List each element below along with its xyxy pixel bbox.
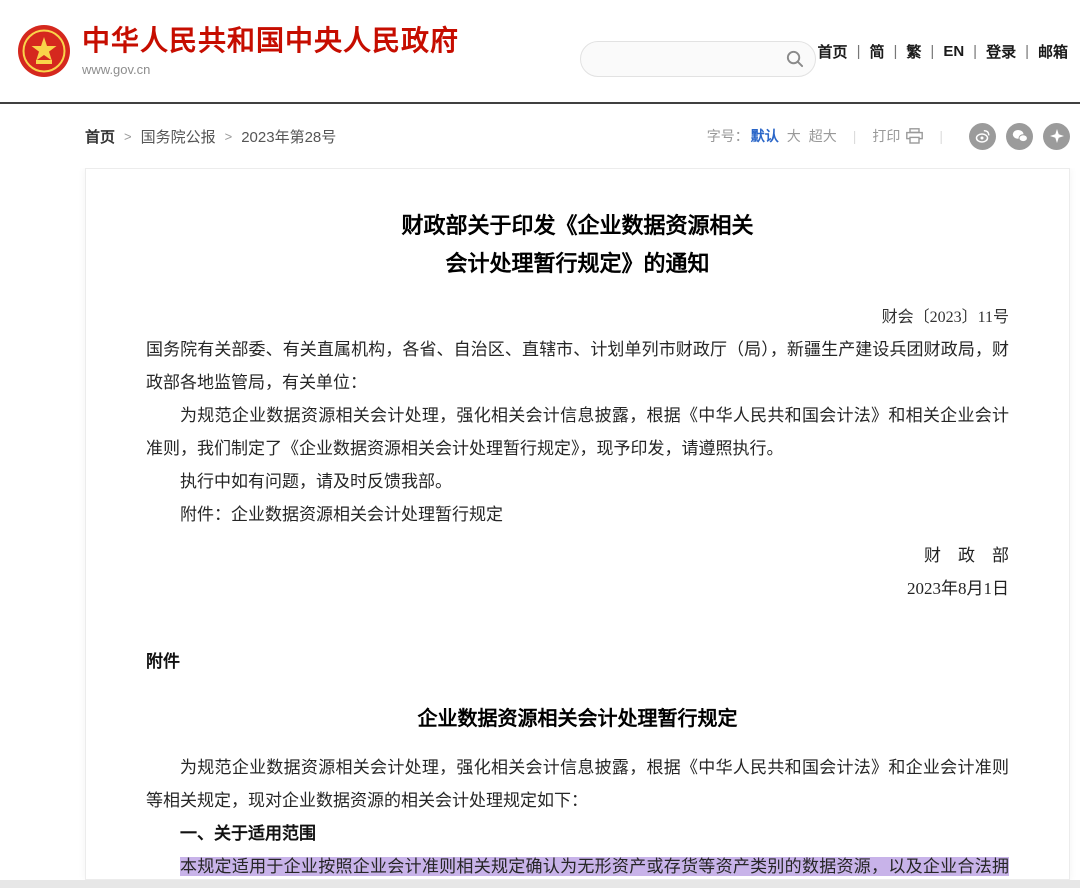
breadcrumb-home[interactable]: 首页 <box>85 126 115 147</box>
font-size-large[interactable]: 大 <box>787 126 801 146</box>
notice-body: 为规范企业数据资源相关会计处理，强化相关会计信息披露，根据《中华人民共和国会计法… <box>146 399 1009 465</box>
regulation-section1-text: 本规定适用于企业按照企业会计准则相关规定确认为无形资产或存货等资产类别的数据资源… <box>146 850 1009 880</box>
top-nav: 首页 | 简 | 繁 | EN | 登录 | 邮箱 <box>818 0 1068 102</box>
breadcrumb-separator: > <box>225 129 233 144</box>
attachment-label: 附件 <box>146 645 1009 678</box>
nav-traditional[interactable]: 繁 <box>906 41 921 62</box>
breadcrumb-current[interactable]: 2023年第28号 <box>241 126 336 147</box>
nav-english[interactable]: EN <box>943 43 964 60</box>
regulation-intro: 为规范企业数据资源相关会计处理，强化相关会计信息披露，根据《中华人民共和国会计法… <box>146 751 1009 817</box>
notice-date: 2023年8月1日 <box>146 572 1009 605</box>
print-button[interactable]: 打印 <box>872 126 923 146</box>
nav-separator: | <box>857 43 861 60</box>
breadcrumb: 首页 > 国务院公报 > 2023年第28号 <box>85 104 336 168</box>
printer-icon <box>906 128 923 144</box>
breadcrumb-separator: > <box>124 129 132 144</box>
nav-separator: | <box>1025 43 1029 60</box>
subbar: 首页 > 国务院公报 > 2023年第28号 字号： 默认 大 超大 | 打印 … <box>0 104 1080 168</box>
breadcrumb-gazette[interactable]: 国务院公报 <box>141 126 216 147</box>
font-size-xlarge[interactable]: 超大 <box>809 126 837 146</box>
regulation-section1-title: 一、关于适用范围 <box>146 817 1009 850</box>
gov-logo[interactable]: 中华人民共和国中央人民政府 www.gov.cn <box>18 25 459 77</box>
nav-separator: | <box>973 43 977 60</box>
share-weibo-icon[interactable] <box>969 123 996 150</box>
nav-login[interactable]: 登录 <box>986 41 1016 62</box>
notice-title: 财政部关于印发《企业数据资源相关 会计处理暂行规定》的通知 <box>146 207 1009 283</box>
share-more-icon[interactable] <box>1043 123 1070 150</box>
doc-number: 财会〔2023〕11号 <box>146 303 1009 333</box>
toolbar-divider: | <box>939 128 943 144</box>
notice-title-line2: 会计处理暂行规定》的通知 <box>146 245 1009 283</box>
notice-title-line1: 财政部关于印发《企业数据资源相关 <box>146 207 1009 245</box>
nav-home[interactable]: 首页 <box>818 41 848 62</box>
font-size-default[interactable]: 默认 <box>751 126 779 146</box>
notice-feedback: 执行中如有问题，请及时反馈我部。 <box>146 465 1009 498</box>
search-box <box>580 41 816 77</box>
page-tools: 字号： 默认 大 超大 | 打印 | <box>707 104 1070 168</box>
notice-recipients: 国务院有关部委、有关直属机构，各省、自治区、直辖市、计划单列市财政厅（局），新疆… <box>146 333 1009 399</box>
share-wechat-icon[interactable] <box>1006 123 1033 150</box>
notice-attachment-line: 附件：企业数据资源相关会计处理暂行规定 <box>146 498 1009 531</box>
site-header: 中华人民共和国中央人民政府 www.gov.cn 首页 | 简 | 繁 | EN… <box>0 0 1080 102</box>
font-size-label: 字号： <box>707 126 749 146</box>
highlighted-text: 本规定适用于企业按照企业会计准则相关规定确认为无形资产或存货等资产类别的数据资源… <box>146 857 1009 880</box>
site-title: 中华人民共和国中央人民政府 <box>82 25 459 59</box>
regulation-title: 企业数据资源相关会计处理暂行规定 <box>146 702 1009 731</box>
nav-mail[interactable]: 邮箱 <box>1038 41 1068 62</box>
print-label: 打印 <box>872 126 900 146</box>
national-emblem-icon <box>18 25 70 77</box>
nav-separator: | <box>930 43 934 60</box>
notice-signature: 财 政 部 <box>146 539 1009 572</box>
toolbar-divider: | <box>853 128 857 144</box>
nav-simplified[interactable]: 简 <box>869 41 884 62</box>
search-input[interactable] <box>580 41 816 77</box>
search-icon[interactable] <box>785 49 804 68</box>
nav-separator: | <box>893 43 897 60</box>
bottom-strip <box>0 880 1080 888</box>
site-url: www.gov.cn <box>82 62 459 77</box>
document-card: 财政部关于印发《企业数据资源相关 会计处理暂行规定》的通知 财会〔2023〕11… <box>85 168 1070 880</box>
